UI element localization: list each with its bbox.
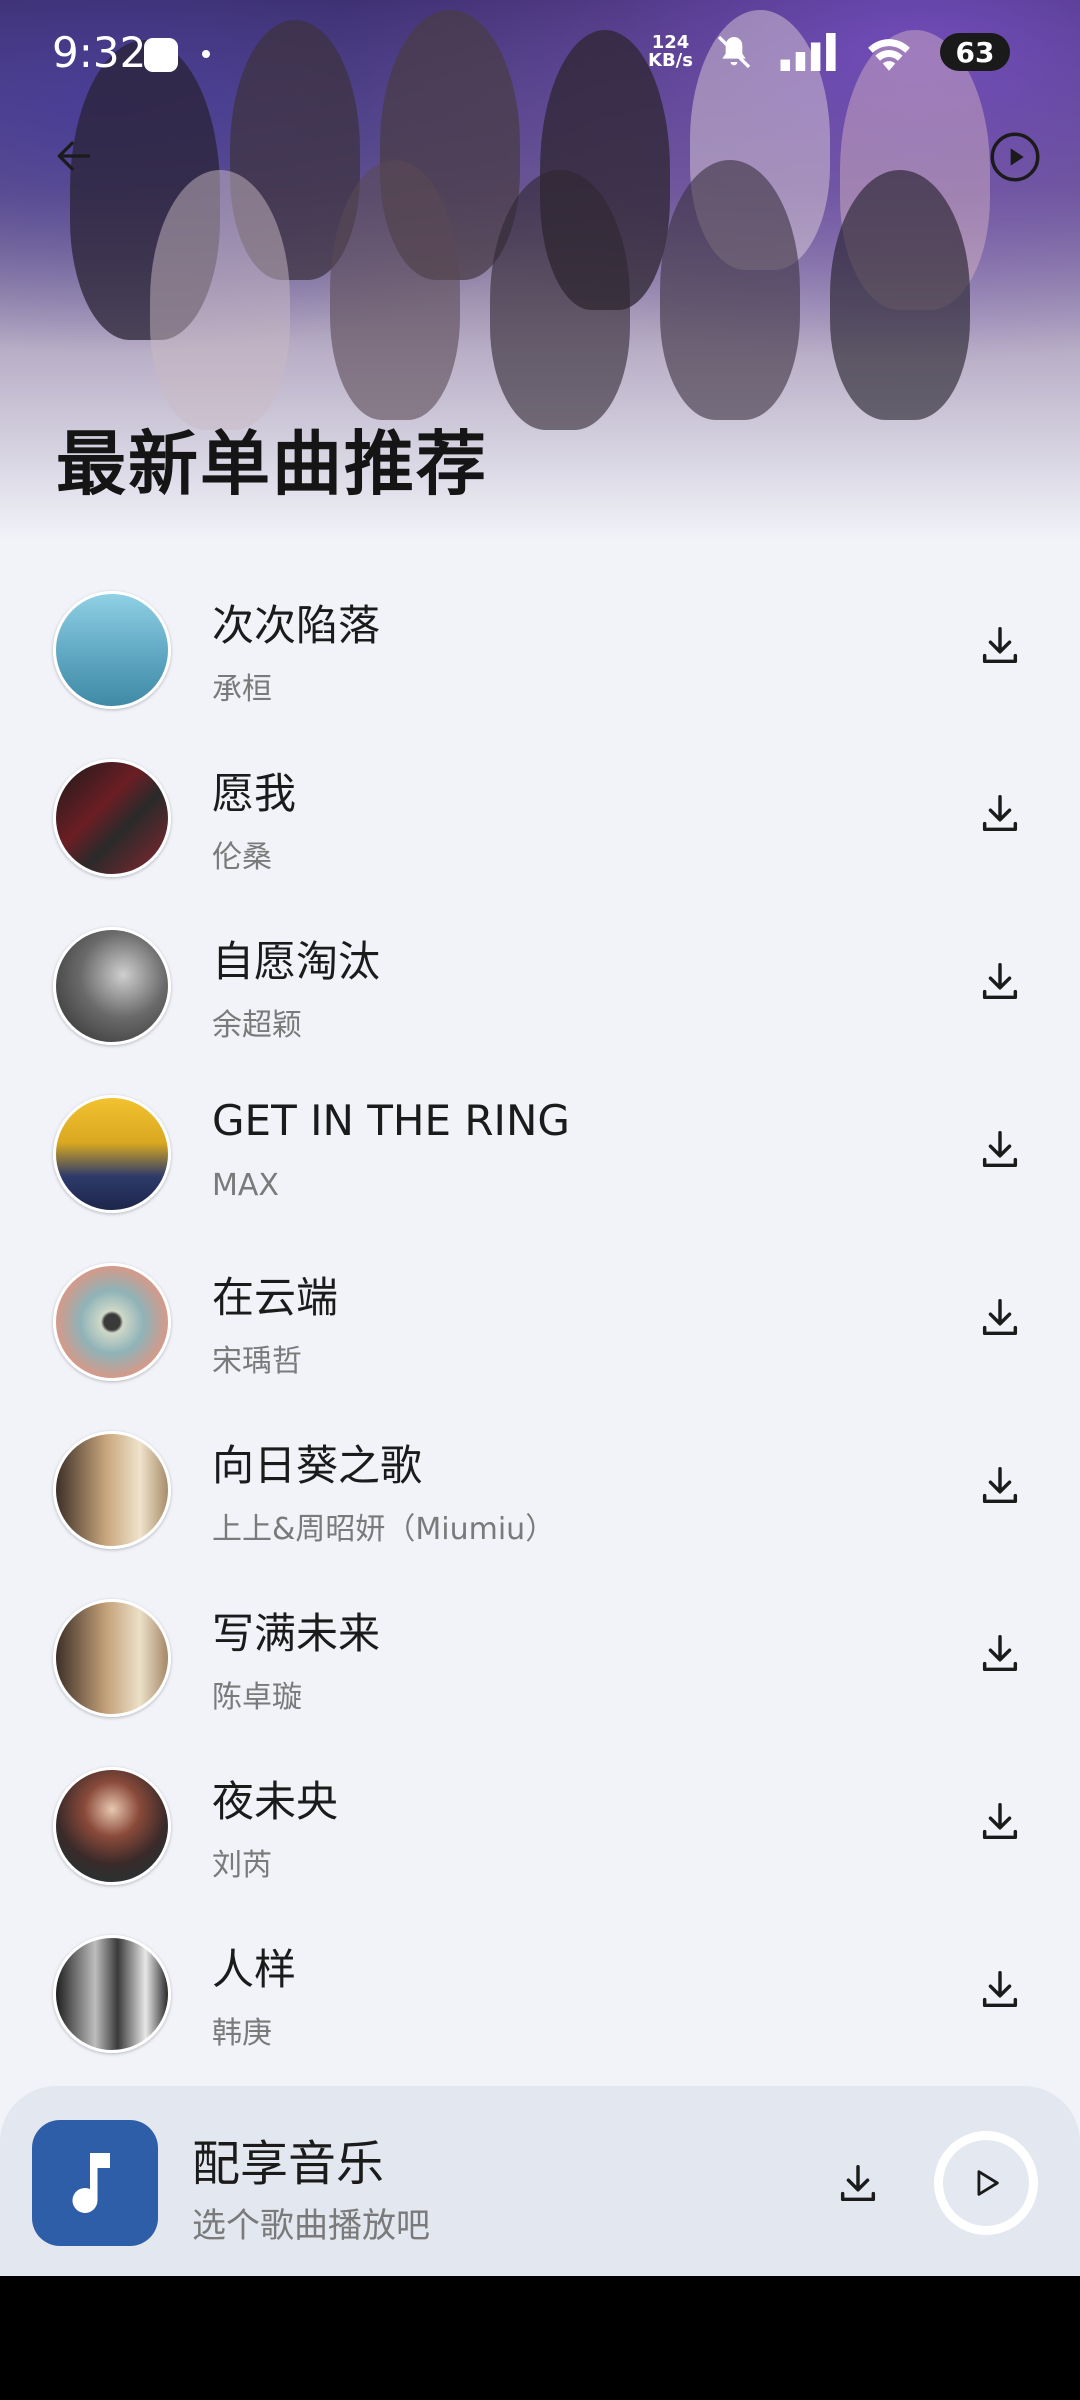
album-cover	[53, 591, 171, 709]
player-title: 配享音乐	[192, 2136, 385, 2192]
album-cover	[53, 1599, 171, 1717]
song-artist: 刘芮	[212, 1848, 272, 1883]
download-icon	[982, 963, 1018, 1000]
download-button[interactable]	[972, 1290, 1028, 1346]
song-artist: 上上&周昭妍（Miumiu）	[212, 1512, 556, 1547]
song-row[interactable]: 人样 韩庚	[0, 1906, 1080, 2074]
play-all-button[interactable]	[986, 128, 1044, 186]
network-speed-unit: KB/s	[648, 50, 693, 71]
network-speed: 124 KB/s	[648, 34, 693, 70]
play-button-inner	[943, 2140, 1029, 2226]
play-circle-icon	[990, 132, 1040, 182]
page-title: 最新单曲推荐	[56, 423, 488, 505]
song-row[interactable]: 写满未来 陈卓璇	[0, 1570, 1080, 1738]
download-icon	[982, 627, 1018, 664]
mute-bell-icon	[717, 35, 751, 69]
player-download-button[interactable]	[830, 2156, 886, 2212]
download-button[interactable]	[972, 1458, 1028, 1514]
album-cover	[53, 1095, 171, 1213]
song-title: 夜未央	[212, 1777, 339, 1826]
app-logo	[32, 2120, 158, 2246]
system-navigation-bar	[0, 2276, 1080, 2400]
song-artist: 伦桑	[212, 840, 272, 875]
song-artist: 宋瑀哲	[212, 1344, 302, 1379]
song-artist: 承桓	[212, 672, 272, 707]
album-cover	[53, 1767, 171, 1885]
song-title: 愿我	[212, 769, 297, 818]
battery-level: 63	[955, 35, 995, 69]
song-list: 次次陷落 承桓 愿我 伦桑 自愿淘汰 余超颖 GET IN THE RING M…	[0, 562, 1080, 2074]
download-icon	[982, 1803, 1018, 1840]
download-icon	[982, 1299, 1018, 1336]
battery-indicator: 63	[940, 33, 1010, 71]
song-artist: 韩庚	[212, 2016, 272, 2051]
player-subtitle: 选个歌曲播放吧	[192, 2206, 430, 2246]
album-cover	[53, 1431, 171, 1549]
song-title: GET IN THE RING	[212, 1096, 570, 1145]
album-cover	[53, 1935, 171, 2053]
download-button[interactable]	[972, 786, 1028, 842]
download-button[interactable]	[972, 1626, 1028, 1682]
song-artist: MAX	[212, 1168, 279, 1203]
song-row[interactable]: 向日葵之歌 上上&周昭妍（Miumiu）	[0, 1402, 1080, 1570]
cellular-signal-icon	[780, 33, 836, 71]
download-icon	[982, 1971, 1018, 2008]
status-icons: 63	[714, 32, 1010, 72]
arrow-left-icon	[57, 141, 91, 171]
album-cover	[53, 927, 171, 1045]
song-row[interactable]: 次次陷落 承桓	[0, 562, 1080, 730]
song-title: 在云端	[212, 1273, 339, 1322]
download-button[interactable]	[972, 618, 1028, 674]
song-title: 向日葵之歌	[212, 1441, 423, 1490]
more-notifications-dot-icon	[202, 50, 210, 58]
song-row[interactable]: 夜未央 刘芮	[0, 1738, 1080, 1906]
download-button[interactable]	[972, 1122, 1028, 1178]
download-button[interactable]	[972, 954, 1028, 1010]
app-screen: 9:32 124 KB/s 63 最新单曲推荐 次次陷落 承桓 愿我 伦桑 自愿…	[0, 0, 1080, 2400]
song-title: 自愿淘汰	[212, 937, 381, 986]
download-icon	[982, 795, 1018, 832]
album-cover	[53, 759, 171, 877]
wifi-icon	[868, 39, 910, 71]
download-button[interactable]	[972, 1962, 1028, 2018]
mini-player[interactable]: 配享音乐 选个歌曲播放吧	[0, 2086, 1080, 2276]
music-note-icon	[72, 2153, 110, 2213]
song-row[interactable]: 愿我 伦桑	[0, 730, 1080, 898]
play-icon	[977, 2170, 999, 2196]
song-artist: 陈卓璇	[212, 1680, 302, 1715]
download-button[interactable]	[972, 1794, 1028, 1850]
song-row[interactable]: 自愿淘汰 余超颖	[0, 898, 1080, 1066]
song-title: 人样	[212, 1945, 297, 1994]
back-button[interactable]	[44, 126, 104, 186]
app-notification-icon	[144, 38, 178, 72]
player-play-button[interactable]	[934, 2131, 1038, 2235]
album-cover	[53, 1263, 171, 1381]
song-artist: 余超颖	[212, 1008, 302, 1043]
download-icon	[982, 1131, 1018, 1168]
status-time: 9:32	[52, 28, 147, 77]
song-title: 写满未来	[212, 1609, 381, 1658]
song-row[interactable]: GET IN THE RING MAX	[0, 1066, 1080, 1234]
song-title: 次次陷落	[212, 601, 381, 650]
download-icon	[840, 2165, 876, 2202]
download-icon	[982, 1635, 1018, 1672]
download-icon	[982, 1467, 1018, 1504]
status-bar: 9:32 124 KB/s 63	[0, 0, 1080, 110]
song-row[interactable]: 在云端 宋瑀哲	[0, 1234, 1080, 1402]
